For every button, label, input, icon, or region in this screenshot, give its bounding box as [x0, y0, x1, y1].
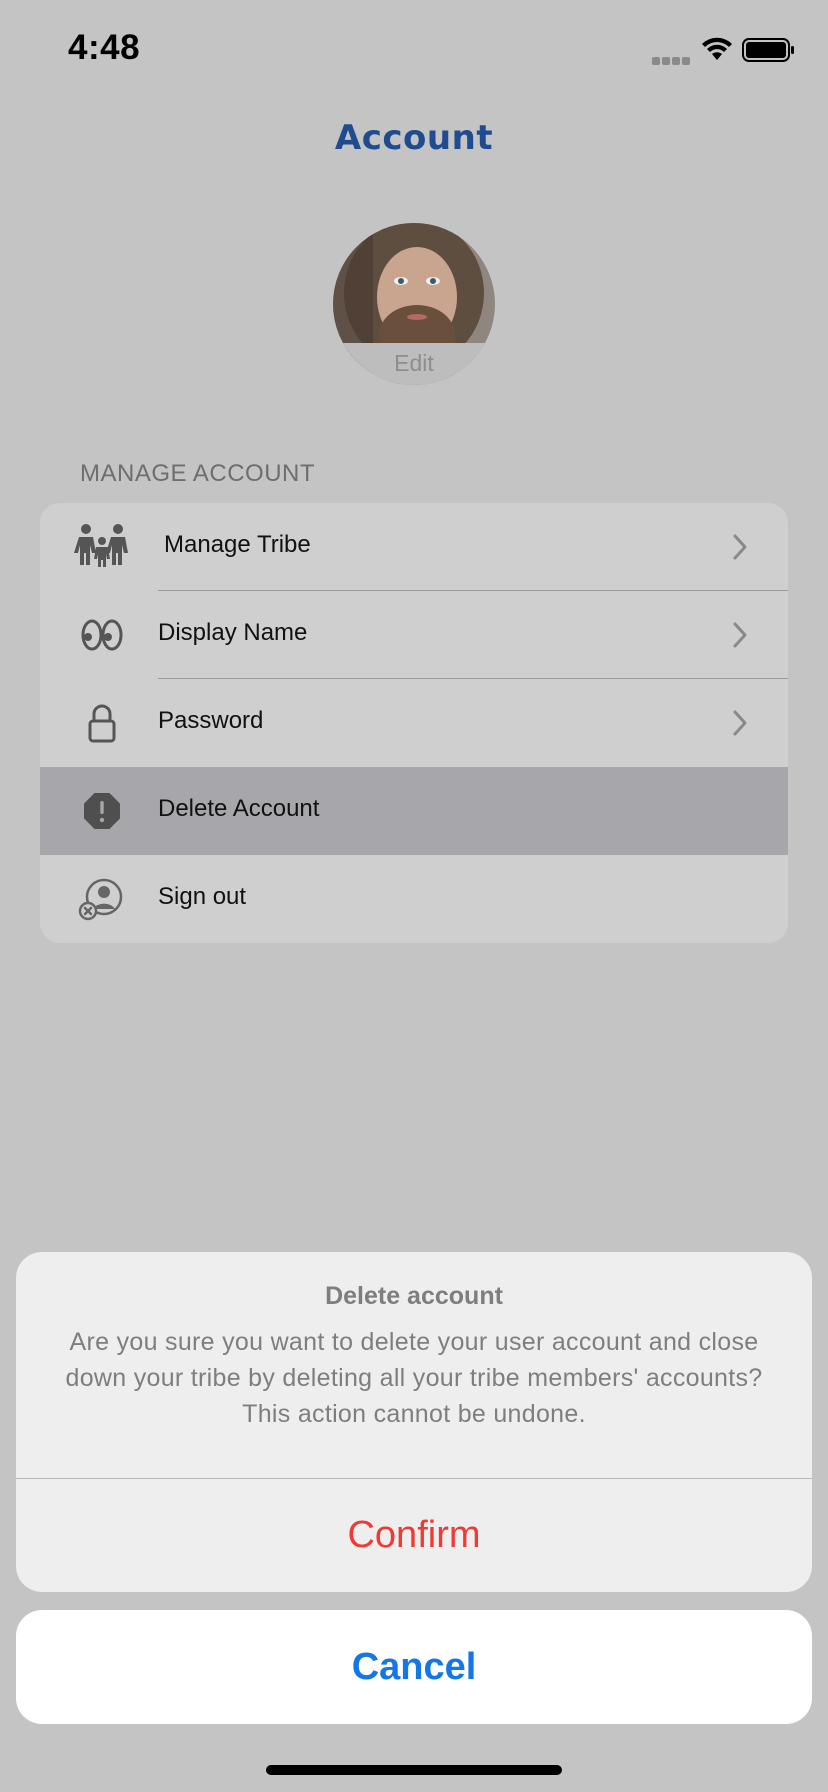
battery-icon: [742, 38, 796, 67]
list-item-manage-tribe[interactable]: Manage Tribe: [40, 503, 788, 591]
chevron-right-icon: [732, 533, 748, 566]
manage-account-list: Manage Tribe Display Name Password Delet…: [40, 503, 788, 943]
page-title: Account: [334, 118, 494, 158]
list-item-sign-out[interactable]: Sign out: [40, 855, 788, 943]
family-icon: [74, 519, 130, 575]
avatar-edit-label[interactable]: Edit: [333, 343, 495, 385]
person-remove-icon: [74, 871, 130, 927]
list-item-delete-account[interactable]: Delete Account: [40, 767, 788, 855]
alert-title: Delete account: [325, 1282, 503, 1310]
delete-account-alert: Delete account Are you sure you want to …: [16, 1252, 812, 1592]
list-item-label: Manage Tribe: [164, 531, 311, 558]
home-indicator[interactable]: [266, 1765, 562, 1775]
chevron-right-icon: [732, 621, 748, 654]
cancel-button[interactable]: Cancel: [16, 1610, 812, 1724]
list-item-display-name[interactable]: Display Name: [40, 591, 788, 679]
list-item-password[interactable]: Password: [40, 679, 788, 767]
status-bar: 4:48: [0, 0, 828, 100]
list-item-label: Sign out: [158, 883, 247, 910]
section-header: MANAGE ACCOUNT: [80, 460, 316, 487]
chevron-right-icon: [732, 709, 748, 742]
avatar[interactable]: Edit: [333, 223, 495, 385]
list-item-label: Password: [158, 707, 264, 734]
exclamation-octagon-icon: [74, 783, 130, 839]
lock-icon: [74, 695, 130, 751]
cellular-signal-icon: [652, 52, 692, 65]
list-item-label: Delete Account: [158, 795, 320, 822]
list-item-label: Display Name: [158, 619, 308, 646]
status-time: 4:48: [68, 28, 141, 67]
alert-message: Are you sure you want to delete your use…: [65, 1328, 763, 1428]
confirm-button[interactable]: Confirm: [16, 1479, 812, 1592]
wifi-icon: [700, 36, 734, 67]
eyes-icon: [74, 607, 130, 663]
